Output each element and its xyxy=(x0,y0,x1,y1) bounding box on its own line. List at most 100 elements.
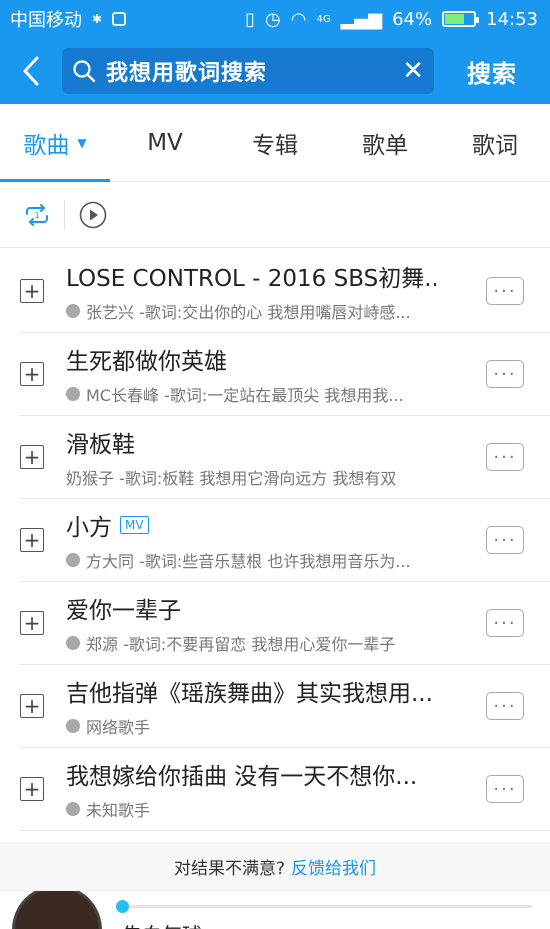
play-all-icon[interactable] xyxy=(79,201,107,229)
list-item[interactable]: + LOSE CONTROL - 2016 SBS初舞... 张艺兴 -歌词:交… xyxy=(20,250,550,333)
tab-songs[interactable]: 歌曲 ▼ xyxy=(0,104,110,182)
song-subtitle-text: 未知歌手 xyxy=(86,801,151,820)
song-title: 生死都做你英雄 xyxy=(66,342,436,376)
image-notification-icon xyxy=(112,12,127,26)
song-info: 生死都做你英雄 MC长春峰 -歌词:一定站在最顶尖 我想用我... xyxy=(66,342,486,406)
song-info: 爱你一辈子 郑源 -歌词:不要再留恋 我想用心爱你一辈子 xyxy=(66,591,486,655)
more-button[interactable]: ··· xyxy=(486,692,524,720)
song-title: 我想嫁给你插曲 没有一天不想你... xyxy=(66,757,436,791)
svg-text:1: 1 xyxy=(34,211,39,220)
search-query[interactable]: 我想用歌词搜索 xyxy=(106,55,394,87)
song-info: 滑板鞋 奶猴子 -歌词:板鞋 我想用它滑向远方 我想有双 xyxy=(66,425,486,489)
tab-label: 歌词 xyxy=(472,132,518,159)
more-button[interactable]: ··· xyxy=(486,443,524,471)
more-button[interactable]: ··· xyxy=(486,609,524,637)
progress-knob[interactable] xyxy=(116,900,129,913)
battery-icon xyxy=(442,11,480,27)
back-button[interactable] xyxy=(0,38,62,104)
song-title-text: LOSE CONTROL - 2016 SBS初舞... xyxy=(66,266,436,292)
toolbar: 1 xyxy=(0,182,550,248)
song-info: 我想嫁给你插曲 没有一天不想你... 未知歌手 xyxy=(66,757,486,821)
tab-lyrics[interactable]: 歌词 xyxy=(440,104,550,182)
song-title: 小方 MV xyxy=(66,508,436,542)
carrier-label: 中国移动 xyxy=(10,10,82,31)
song-title: 滑板鞋 xyxy=(66,425,436,459)
song-subtitle-text: 网络歌手 xyxy=(86,718,151,737)
status-bar: 中国移动 ✱ ▯ ◷ ◠ 4G ▂▄▆ 64% 14:53 xyxy=(0,0,550,38)
song-subtitle: 张艺兴 -歌词:交出你的心 我想用嘴唇对峙感... xyxy=(66,299,436,323)
list-item[interactable]: + 爱你一辈子 郑源 -歌词:不要再留恋 我想用心爱你一辈子 ··· xyxy=(20,582,550,665)
song-title-text: 生死都做你英雄 xyxy=(66,349,227,375)
add-icon[interactable]: + xyxy=(20,279,44,303)
notification-icon: ✱ xyxy=(92,12,103,26)
song-title: 吉他指弹《瑶族舞曲》其实我想用... xyxy=(66,674,436,708)
vibrate-icon: ▯ xyxy=(245,8,256,30)
caret-down-icon: ▼ xyxy=(77,135,87,150)
song-subtitle-text: 方大同 -歌词:些音乐慧根 也许我想用音乐为... xyxy=(86,552,411,571)
song-subtitle: 方大同 -歌词:些音乐慧根 也许我想用音乐为... xyxy=(66,548,436,572)
song-list: + LOSE CONTROL - 2016 SBS初舞... 张艺兴 -歌词:交… xyxy=(0,250,550,831)
tab-label: 歌曲 xyxy=(23,132,70,159)
tab-label: 专辑 xyxy=(252,132,298,159)
add-icon[interactable]: + xyxy=(20,362,44,386)
add-icon[interactable]: + xyxy=(20,777,44,801)
song-subtitle: 网络歌手 xyxy=(66,714,436,738)
battery-percent: 64% xyxy=(392,8,433,30)
search-header: 我想用歌词搜索 ✕ 搜索 xyxy=(0,38,550,104)
repeat-mode-icon[interactable]: 1 xyxy=(24,203,50,226)
song-info: 吉他指弹《瑶族舞曲》其实我想用... 网络歌手 xyxy=(66,674,486,738)
song-info: 小方 MV 方大同 -歌词:些音乐慧根 也许我想用音乐为... xyxy=(66,508,486,572)
list-item[interactable]: + 我想嫁给你插曲 没有一天不想你... 未知歌手 ··· xyxy=(20,748,550,831)
chevron-left-icon xyxy=(23,56,39,86)
tab-albums[interactable]: 专辑 xyxy=(220,104,330,182)
song-subtitle: 奶猴子 -歌词:板鞋 我想用它滑向远方 我想有双 xyxy=(66,465,436,489)
tab-label: 歌单 xyxy=(362,132,408,159)
quality-icon xyxy=(66,719,80,733)
search-input[interactable]: 我想用歌词搜索 ✕ xyxy=(62,48,434,94)
more-button[interactable]: ··· xyxy=(486,526,524,554)
quality-icon xyxy=(66,553,80,567)
list-item[interactable]: + 生死都做你英雄 MC长春峰 -歌词:一定站在最顶尖 我想用我... ··· xyxy=(20,333,550,416)
mv-badge[interactable]: MV xyxy=(120,516,149,534)
tab-mv[interactable]: MV xyxy=(110,104,220,182)
feedback-bar: 对结果不满意? 反馈给我们 xyxy=(0,842,550,890)
song-title-text: 小方 xyxy=(66,515,112,541)
quality-icon xyxy=(66,304,80,318)
mini-player[interactable]: 告白气球 xyxy=(0,890,550,929)
clear-icon[interactable]: ✕ xyxy=(402,56,424,86)
signal-icon: ▂▄▆ xyxy=(340,8,383,30)
album-art[interactable] xyxy=(12,891,102,929)
add-icon[interactable]: + xyxy=(20,611,44,635)
song-title-text: 吉他指弹《瑶族舞曲》其实我想用... xyxy=(66,681,433,707)
more-button[interactable]: ··· xyxy=(486,277,524,305)
song-title: 爱你一辈子 xyxy=(66,591,436,625)
result-tabs: 歌曲 ▼ MV 专辑 歌单 歌词 xyxy=(0,104,550,182)
clock: 14:53 xyxy=(486,8,538,30)
tab-label: MV xyxy=(147,129,183,156)
song-title: LOSE CONTROL - 2016 SBS初舞... xyxy=(66,259,436,293)
song-info: LOSE CONTROL - 2016 SBS初舞... 张艺兴 -歌词:交出你… xyxy=(66,259,486,323)
progress-bar[interactable] xyxy=(116,900,532,913)
list-item[interactable]: + 吉他指弹《瑶族舞曲》其实我想用... 网络歌手 ··· xyxy=(20,665,550,748)
quality-icon xyxy=(66,802,80,816)
search-icon xyxy=(73,60,96,83)
now-playing-title: 告白气球 xyxy=(122,919,202,929)
song-subtitle-text: 张艺兴 -歌词:交出你的心 我想用嘴唇对峙感... xyxy=(86,303,411,322)
song-subtitle-text: 奶猴子 -歌词:板鞋 我想用它滑向远方 我想有双 xyxy=(66,469,397,488)
search-button[interactable]: 搜索 xyxy=(434,54,550,89)
feedback-text: 对结果不满意? xyxy=(173,858,286,879)
song-subtitle: 未知歌手 xyxy=(66,797,436,821)
list-item[interactable]: + 滑板鞋 奶猴子 -歌词:板鞋 我想用它滑向远方 我想有双 ··· xyxy=(20,416,550,499)
quality-icon xyxy=(66,636,80,650)
feedback-link[interactable]: 反馈给我们 xyxy=(291,854,376,879)
song-subtitle: MC长春峰 -歌词:一定站在最顶尖 我想用我... xyxy=(66,382,436,406)
song-subtitle: 郑源 -歌词:不要再留恋 我想用心爱你一辈子 xyxy=(66,631,436,655)
list-item[interactable]: + 小方 MV 方大同 -歌词:些音乐慧根 也许我想用音乐为... ··· xyxy=(20,499,550,582)
more-button[interactable]: ··· xyxy=(486,775,524,803)
add-icon[interactable]: + xyxy=(20,445,44,469)
more-button[interactable]: ··· xyxy=(486,360,524,388)
add-icon[interactable]: + xyxy=(20,528,44,552)
add-icon[interactable]: + xyxy=(20,694,44,718)
tab-playlists[interactable]: 歌单 xyxy=(330,104,440,182)
alarm-icon: ◷ xyxy=(265,8,281,30)
